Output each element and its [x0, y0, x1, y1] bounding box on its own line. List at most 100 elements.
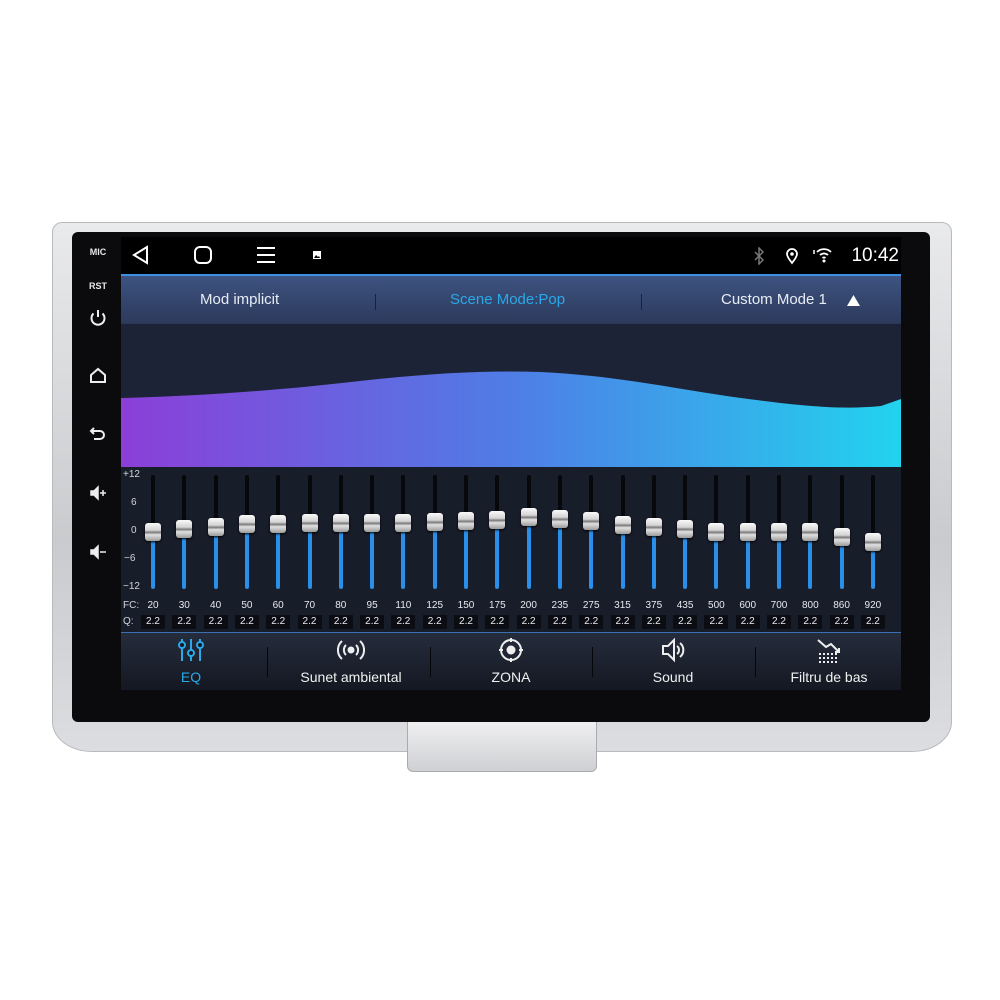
slider-knob[interactable] [802, 523, 819, 542]
tab-bass-filter[interactable]: Filtru de bas [757, 633, 901, 690]
slider-knob[interactable] [771, 523, 787, 541]
fc-value: 80 [335, 600, 347, 611]
volume-up-icon[interactable] [80, 483, 116, 508]
tab-eq[interactable]: EQ [121, 633, 261, 690]
q-value[interactable]: 2.2 [454, 615, 478, 629]
scene-mode-tab[interactable]: Scene Mode:Pop [450, 291, 565, 308]
q-value[interactable]: 2.2 [767, 615, 791, 629]
triangle-up-icon[interactable] [847, 295, 860, 306]
tab-sound[interactable]: Sound [593, 633, 753, 690]
q-value[interactable]: 2.2 [360, 615, 385, 629]
q-value[interactable]: 2.2 [422, 615, 447, 629]
fc-label: FC: [123, 600, 140, 611]
slider-knob[interactable] [332, 513, 349, 532]
slider-knob[interactable] [458, 511, 474, 530]
q-value[interactable]: 2.2 [610, 615, 635, 629]
bottom-tab-bar: EQ Sunet ambiental ZONA Sound Filtru de … [121, 632, 901, 690]
gallery-notification-icon [313, 251, 321, 259]
q-value[interactable]: 2.2 [141, 615, 165, 629]
slider-knob[interactable] [395, 513, 412, 532]
slider-knob[interactable] [145, 523, 161, 541]
slider-knob[interactable] [426, 513, 443, 532]
slider-knob[interactable] [551, 509, 568, 528]
fc-value: 435 [676, 600, 694, 611]
q-value[interactable]: 2.2 [328, 615, 353, 629]
volume-down-icon[interactable] [80, 542, 116, 567]
q-value[interactable]: 2.2 [391, 615, 416, 629]
slider-knob[interactable] [583, 511, 600, 530]
q-value[interactable]: 2.2 [579, 615, 604, 629]
q-value[interactable]: 2.2 [829, 615, 854, 629]
tab-label: Sunet ambiental [300, 669, 402, 685]
slider-knob[interactable] [677, 520, 694, 539]
slider-knob[interactable] [270, 515, 287, 534]
slider-fill [182, 529, 187, 589]
slider-fill [213, 526, 218, 589]
fc-value: 275 [582, 600, 600, 611]
slider-fill [244, 524, 249, 589]
q-value[interactable]: 2.2 [203, 615, 228, 629]
slider-knob[interactable] [864, 532, 881, 551]
zone-target-icon [499, 638, 523, 662]
fc-value: 860 [833, 600, 850, 611]
custom-mode-tab[interactable]: Custom Mode 1 [721, 291, 827, 308]
slider-fill [557, 518, 562, 589]
q-value[interactable]: 2.2 [673, 615, 698, 629]
slider-fill [526, 516, 531, 589]
home-nav-icon[interactable] [193, 245, 213, 265]
slider-fill [276, 524, 281, 589]
slider-knob[interactable] [833, 528, 850, 547]
q-value[interactable]: 2.2 [704, 615, 729, 629]
q-value[interactable]: 2.2 [172, 615, 197, 629]
q-value[interactable]: 2.2 [735, 615, 760, 629]
slider-knob[interactable] [614, 515, 631, 534]
clock: 10:42 [851, 245, 899, 266]
back-icon[interactable] [80, 423, 116, 448]
slider-knob[interactable] [238, 515, 255, 534]
tab-label: Filtru de bas [790, 669, 868, 685]
q-value[interactable]: 2.2 [860, 615, 885, 629]
tab-zona[interactable]: ZONA [431, 633, 591, 690]
slider-knob[interactable] [645, 517, 662, 536]
scale-label: −12 [123, 581, 140, 592]
slider-knob[interactable] [489, 510, 506, 529]
slider-knob[interactable] [520, 507, 537, 526]
slider-fill [338, 522, 343, 589]
slider-knob[interactable] [301, 514, 318, 533]
slider-knob[interactable] [739, 523, 756, 541]
q-value[interactable]: 2.2 [266, 615, 291, 629]
fc-value: 375 [645, 600, 663, 611]
scale-label: −6 [124, 553, 136, 564]
fc-value: 150 [457, 600, 475, 611]
slider-knob[interactable] [708, 522, 725, 541]
q-value[interactable]: 2.2 [516, 615, 541, 629]
fc-value: 110 [395, 600, 412, 611]
fc-value: 50 [241, 600, 253, 611]
fc-value: 125 [426, 600, 444, 611]
q-value[interactable]: 2.2 [641, 615, 666, 629]
fc-value: 20 [147, 600, 159, 611]
q-value[interactable]: 2.2 [234, 615, 259, 629]
slider-fill [464, 520, 468, 589]
rst-button[interactable]: RST [80, 281, 116, 291]
slider-fill [370, 522, 375, 589]
home-icon[interactable] [80, 365, 116, 390]
q-value[interactable]: 2.2 [547, 615, 572, 629]
eq-curve [121, 371, 901, 468]
back-nav-icon[interactable] [131, 245, 151, 265]
eq-curve-display [121, 323, 901, 468]
q-value[interactable]: 2.2 [798, 615, 823, 629]
slider-fill [620, 524, 625, 589]
slider-knob[interactable] [207, 517, 224, 536]
fc-value: 70 [303, 600, 316, 611]
q-value[interactable]: 2.2 [485, 615, 510, 629]
q-value[interactable]: 2.2 [297, 615, 322, 629]
tab-surround[interactable]: Sunet ambiental [271, 633, 431, 690]
power-icon[interactable] [80, 308, 116, 333]
default-mode-tab[interactable]: Mod implicit [200, 291, 279, 308]
fc-value: 315 [614, 600, 631, 611]
slider-knob[interactable] [364, 513, 381, 532]
menu-nav-icon[interactable] [256, 245, 276, 265]
bass-filter-icon [817, 639, 840, 663]
slider-knob[interactable] [176, 520, 193, 539]
